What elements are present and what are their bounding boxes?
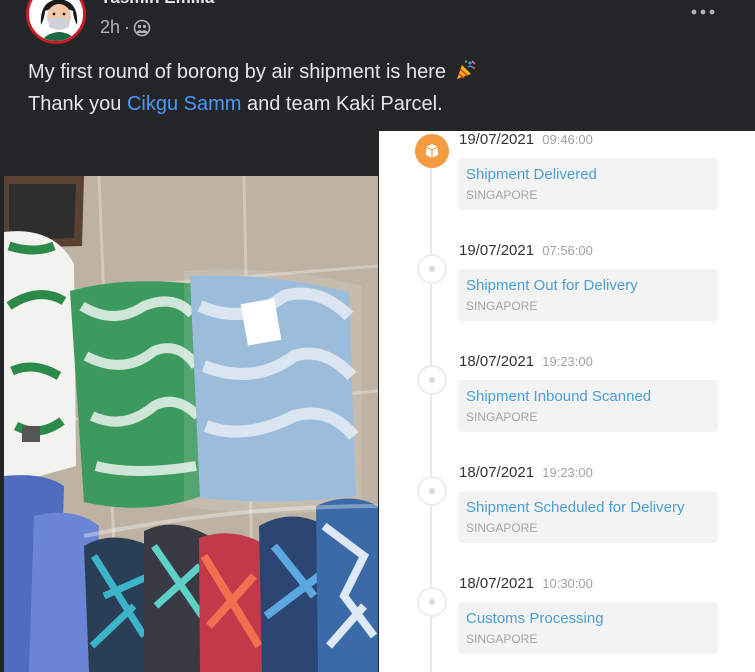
facebook-post: Yasmin Emilia 2h · My first round of bor…	[0, 0, 755, 672]
timeline-dot-icon	[417, 476, 447, 506]
tracking-time: 10:30:00	[542, 576, 593, 591]
post-text-main: My first round of borong by air shipment…	[28, 61, 446, 83]
tracking-date: 19/07/2021 07:56:00	[459, 242, 593, 259]
tracking-location: SINGAPORE	[466, 521, 538, 535]
avatar-illustration	[29, 0, 83, 41]
tracking-time: 19:23:00	[542, 465, 593, 480]
tracking-entry: 18/07/2021 10:30:00 Customs Processing S…	[379, 575, 755, 672]
party-popper-icon	[455, 59, 477, 90]
timeline-dot-icon	[417, 254, 447, 284]
post-timestamp[interactable]: 2h	[100, 17, 120, 38]
tracking-date: 18/07/2021 19:23:00	[459, 353, 593, 370]
post-photo-tracking[interactable]: 19/07/2021 09:46:00 Shipment Delivered S…	[379, 131, 755, 672]
tracking-status: Shipment Out for Delivery	[466, 277, 638, 294]
tracking-date-value: 18/07/2021	[459, 464, 535, 481]
more-dots-icon	[691, 9, 715, 15]
team-text: and team Kaki Parcel.	[247, 93, 443, 115]
tracking-entry: 18/07/2021 19:23:00 Shipment Scheduled f…	[379, 464, 755, 575]
timeline-dot-icon	[417, 587, 447, 617]
friends-icon[interactable]	[133, 19, 151, 37]
tracking-status: Shipment Delivered	[466, 166, 597, 183]
tracking-location: SINGAPORE	[466, 299, 538, 313]
tracking-status-box: Shipment Inbound Scanned SINGAPORE	[458, 380, 718, 432]
tracking-date-value: 18/07/2021	[459, 575, 535, 592]
post-text: My first round of borong by air shipment…	[28, 58, 477, 119]
package-icon	[415, 134, 449, 168]
clothing-packages-image	[4, 176, 378, 672]
tracking-date-value: 18/07/2021	[459, 353, 535, 370]
mention-link[interactable]: Cikgu Samm	[127, 93, 241, 115]
tracking-time: 19:23:00	[542, 354, 593, 369]
tracking-location: SINGAPORE	[466, 410, 538, 424]
meta-separator: ·	[124, 17, 131, 37]
tracking-entry: 19/07/2021 09:46:00 Shipment Delivered S…	[379, 131, 755, 242]
post-photo-clothing[interactable]	[4, 176, 378, 672]
more-options-button[interactable]	[688, 4, 718, 20]
tracking-date: 18/07/2021 10:30:00	[459, 575, 593, 592]
tracking-status-box: Customs Processing SINGAPORE	[458, 602, 718, 654]
post-text-line2: Thank you Cikgu Samm and team Kaki Parce…	[28, 90, 477, 119]
author-name[interactable]: Yasmin Emilia	[100, 0, 214, 8]
thank-you-text: Thank you	[28, 93, 122, 115]
author-avatar[interactable]	[26, 0, 86, 44]
tracking-date: 18/07/2021 19:23:00	[459, 464, 593, 481]
timeline-dot-icon	[417, 365, 447, 395]
tracking-time: 09:46:00	[542, 132, 593, 147]
tracking-status-box: Shipment Out for Delivery SINGAPORE	[458, 269, 718, 321]
tracking-date-value: 19/07/2021	[459, 242, 535, 259]
tracking-status: Shipment Inbound Scanned	[466, 388, 652, 405]
post-text-line1: My first round of borong by air shipment…	[28, 58, 477, 90]
tracking-location: SINGAPORE	[466, 188, 538, 202]
post-meta: 2h ·	[100, 17, 151, 38]
tracking-date: 19/07/2021 09:46:00	[459, 131, 593, 148]
tracking-status-box: Shipment Delivered SINGAPORE	[458, 158, 718, 210]
tracking-status: Shipment Scheduled for Delivery	[466, 499, 685, 516]
tracking-location: SINGAPORE	[466, 632, 538, 646]
tracking-time: 07:56:00	[542, 243, 593, 258]
tracking-status-box: Shipment Scheduled for Delivery SINGAPOR…	[458, 491, 718, 543]
tracking-entry: 19/07/2021 07:56:00 Shipment Out for Del…	[379, 242, 755, 353]
tracking-date-value: 19/07/2021	[459, 131, 535, 148]
tracking-status: Customs Processing	[466, 610, 604, 627]
tracking-entry: 18/07/2021 19:23:00 Shipment Inbound Sca…	[379, 353, 755, 464]
